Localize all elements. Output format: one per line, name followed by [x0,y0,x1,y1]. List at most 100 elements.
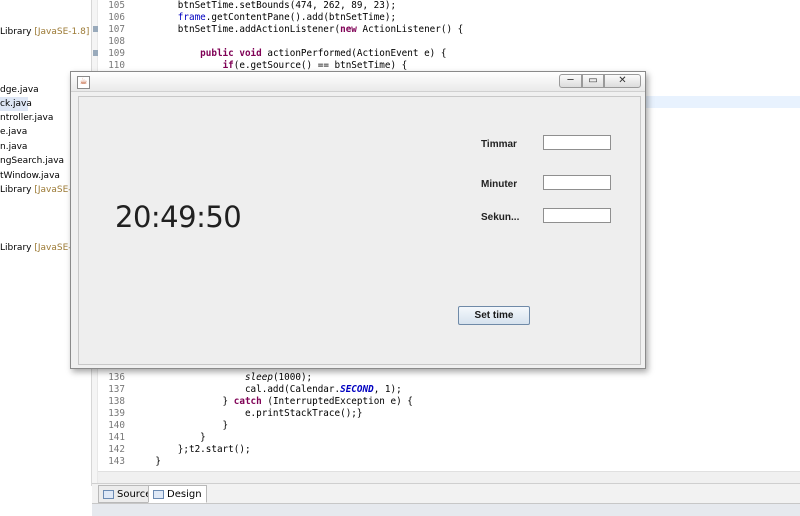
code-line: 105 btnSetTime.setBounds(474, 262, 89, 2… [98,0,396,12]
tree-item-label: n.java [0,142,28,152]
tree-item-file[interactable]: tWindow.java [0,169,60,183]
code-keyword: catch [233,396,262,407]
code-field: frame [177,12,206,23]
line-number: 138 [108,396,125,407]
code-text: .getContentPane().add(btnSetTime); [205,12,397,23]
set-time-button[interactable]: Set time [458,306,530,325]
code-text: actionPerformed(ActionEvent e) { [261,48,447,59]
code-keyword: public void [200,48,262,59]
line-number: 141 [108,432,125,443]
java-cup-icon: ☕ [77,76,90,89]
clock-display: 20:49:50 [115,200,242,234]
tab-label: Design [167,489,202,500]
tab-label: Source [117,489,152,500]
tree-item-label: tWindow.java [0,171,60,181]
code-constant: SECOND [340,384,374,395]
code-line: 138 } catch (InterruptedException e) { [98,396,413,408]
source-icon [103,490,114,499]
code-text: };t2.start(); [133,444,251,455]
code-text: (1000); [272,372,313,383]
code-line: 139 e.printStackTrace();} [98,408,363,420]
code-text: ActionListener() { [356,24,464,35]
tree-item-label: e.java [0,127,28,137]
line-number: 106 [108,12,125,23]
tree-item-file[interactable]: ngSearch.java [0,154,64,168]
tree-item-label: ck.java [0,99,32,109]
code-text: e.printStackTrace();} [133,408,363,419]
line-number: 137 [108,384,125,395]
minutes-label: Minuter [481,179,518,190]
tree-item-library-version: [JavaSE-1.8] [34,27,90,37]
code-method: sleep [244,372,273,383]
window-titlebar[interactable]: ☕ ─ ▭ ✕ [71,72,645,92]
line-number: 107 [108,24,125,35]
tree-item-library[interactable]: Library [JavaSE- [0,241,72,255]
maximize-icon: ▭ [588,75,598,86]
minimize-icon: ─ [567,75,574,86]
code-line: 108 [98,36,133,48]
code-keyword: if [222,60,234,71]
code-line: 143 } [98,456,161,468]
tree-item-file[interactable]: n.java [0,140,27,154]
code-line: 141 } [98,432,206,444]
code-keyword: new [340,24,357,35]
code-text: } [133,396,234,407]
code-text: } [133,432,206,443]
editor-tab-bar: Source Design [92,483,800,503]
views-tab-strip [92,503,800,516]
close-button[interactable]: ✕ [604,74,641,88]
tree-item-file[interactable]: e.java [0,125,27,139]
tree-item-library[interactable]: Library [JavaSE-1.8] [0,25,89,39]
line-number: 143 [108,456,125,467]
code-line: 106 frame.getContentPane().add(btnSetTim… [98,12,396,24]
code-text: cal.add(Calendar. [133,384,341,395]
code-text: (InterruptedException e) { [261,396,413,407]
tree-item-label: Library [0,243,35,253]
tree-item-library-version: [JavaSE- [34,185,72,195]
tree-item-label: ntroller.java [0,113,54,123]
code-line: 107 btnSetTime.addActionListener(new Act… [98,24,463,36]
tree-item-file[interactable]: dge.java [0,83,39,97]
design-icon [153,490,164,499]
line-number: 108 [108,36,125,47]
tree-item-label: dge.java [0,85,39,95]
seconds-label: Sekun... [481,212,520,223]
tree-item-label: ngSearch.java [0,156,65,166]
line-number: 105 [108,0,125,11]
window-content-pane: 20:49:50 Timmar Minuter Sekun... Set tim… [78,96,641,365]
tree-item-file[interactable]: ntroller.java [0,111,53,125]
code-line: 142 };t2.start(); [98,444,251,456]
line-number: 109 [108,48,125,59]
code-text: (e.getSource() == btnSetTime) { [233,60,408,71]
minutes-field[interactable] [543,175,611,190]
code-line: 136 sleep(1000); [98,372,312,384]
code-text: } [133,456,161,467]
hours-label: Timmar [481,139,517,150]
line-number: 139 [108,408,125,419]
code-line: 140 } [98,420,228,432]
maximize-button[interactable]: ▭ [582,74,604,88]
tab-design[interactable]: Design [148,485,207,503]
tree-item-library-version: [JavaSE- [34,243,72,253]
tree-item-file-selected[interactable]: ck.java [0,97,32,111]
code-line: 109 public void actionPerformed(ActionEv… [98,48,446,60]
seconds-field[interactable] [543,208,611,223]
tree-item-label: Library [0,27,35,37]
horizontal-scrollbar[interactable] [98,471,800,483]
code-text: } [133,420,229,431]
tree-item-label: Library [0,185,35,195]
minimize-button[interactable]: ─ [559,74,582,88]
code-line: 137 cal.add(Calendar.SECOND, 1); [98,384,402,396]
line-number: 140 [108,420,125,431]
clock-window: ☕ ─ ▭ ✕ 20:49:50 Timmar Minuter Sekun...… [70,71,646,369]
hours-field[interactable] [543,135,611,150]
close-icon: ✕ [618,75,627,86]
tree-item-library[interactable]: Library [JavaSE- [0,183,72,197]
code-text: btnSetTime.addActionListener( [133,24,341,35]
code-text: , 1); [373,384,402,395]
line-number: 136 [108,372,125,383]
